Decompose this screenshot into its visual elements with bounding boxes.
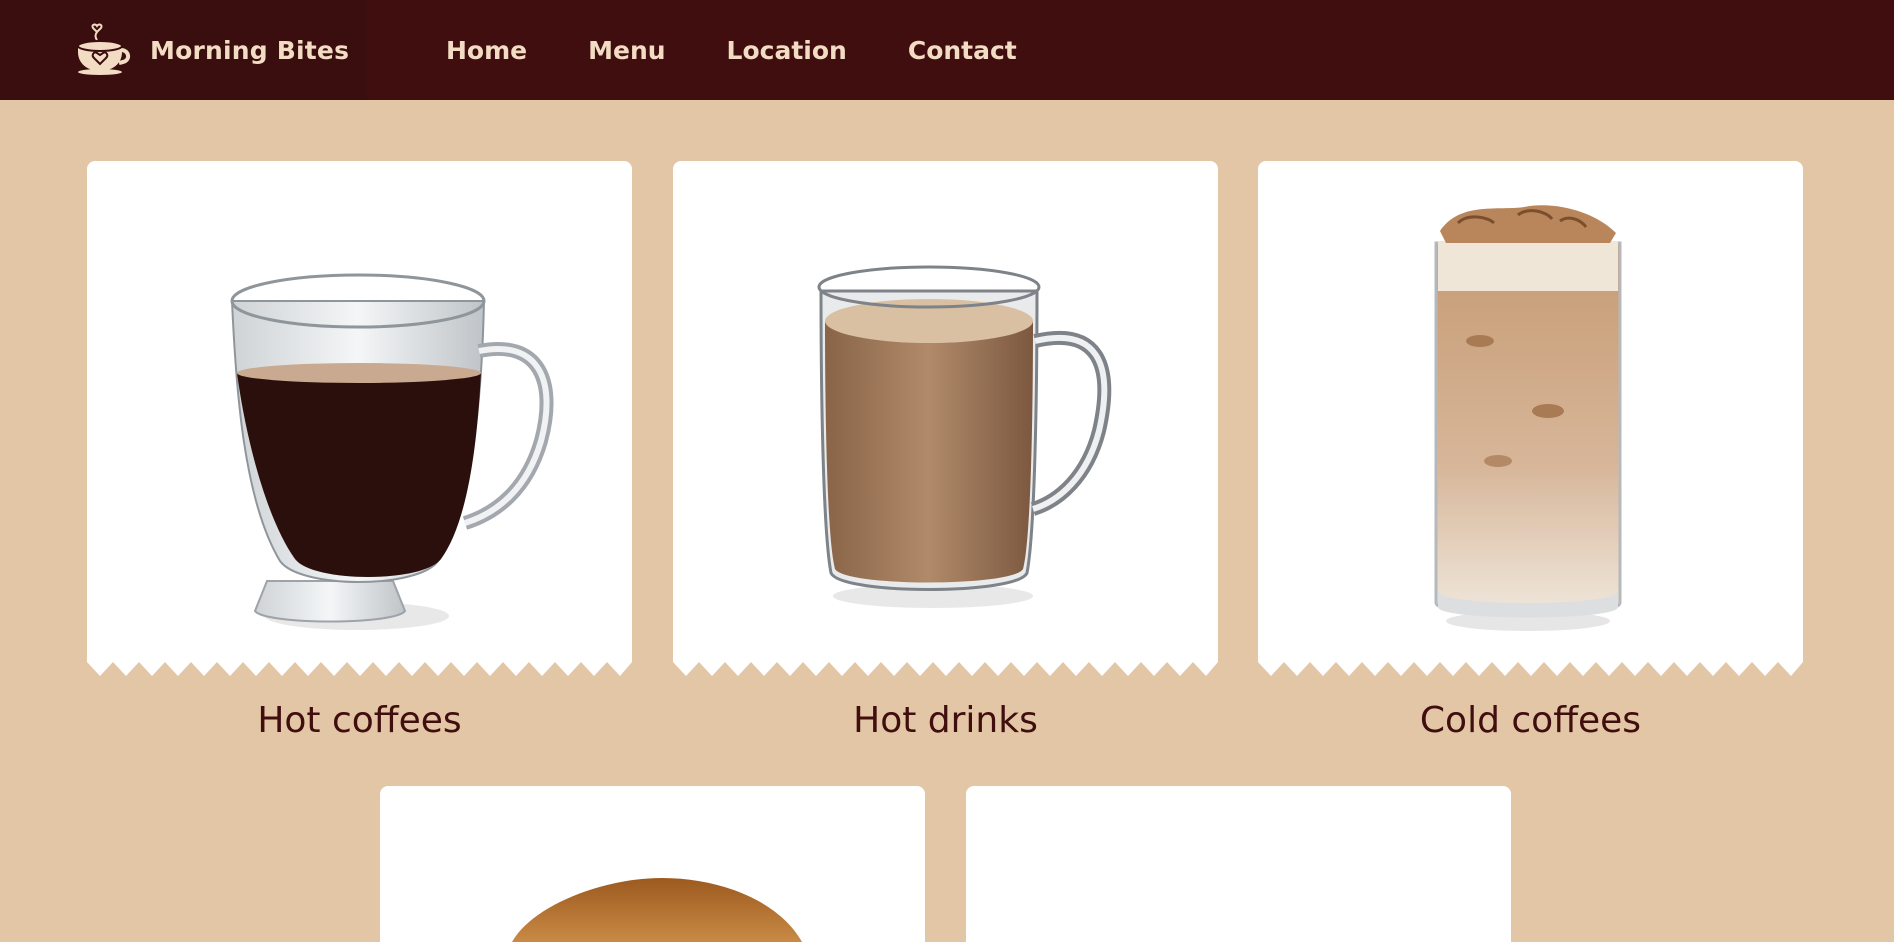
category-card-hot-drinks[interactable]	[673, 161, 1218, 678]
nav-link-contact[interactable]: Contact	[908, 36, 1017, 65]
brand-name: Morning Bites	[150, 35, 350, 65]
nav-link-menu[interactable]: Menu	[588, 36, 665, 65]
category-label-hot-coffees[interactable]: Hot coffees	[87, 700, 632, 741]
category-card-bagels[interactable]	[380, 786, 925, 942]
category-card-hot-coffees[interactable]	[87, 161, 632, 678]
card-zigzag-edge	[673, 662, 1218, 678]
coffee-cup-heart-icon	[77, 23, 130, 75]
category-card-more[interactable]	[966, 786, 1511, 942]
card-zigzag-edge	[87, 662, 632, 678]
category-card-cold-coffees[interactable]	[1258, 161, 1803, 678]
main-nav: Home Menu Location Contact	[446, 36, 1078, 65]
category-label-cold-coffees[interactable]: Cold coffees	[1258, 700, 1803, 741]
nav-link-location[interactable]: Location	[727, 36, 847, 65]
iced-coffee-glass-image	[1434, 205, 1622, 631]
brand[interactable]: Morning Bites	[0, 0, 367, 100]
black-coffee-mug-image	[230, 273, 554, 630]
bagel-image	[512, 878, 802, 942]
latte-mug-image	[817, 265, 1112, 608]
card-zigzag-edge	[1258, 662, 1803, 678]
nav-link-home[interactable]: Home	[446, 36, 527, 65]
top-navbar: Morning Bites Home Menu Location Contact	[0, 0, 1894, 100]
category-label-hot-drinks[interactable]: Hot drinks	[673, 700, 1218, 741]
